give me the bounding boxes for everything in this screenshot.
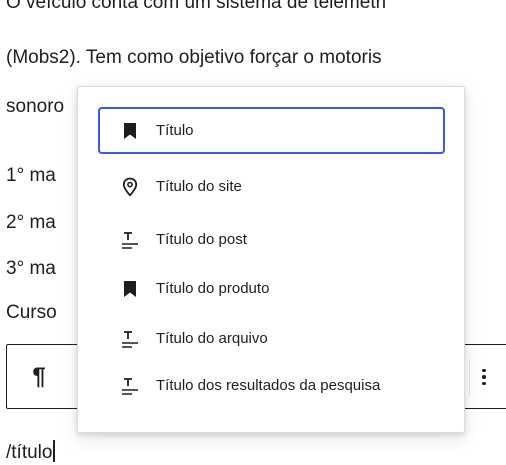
text-caret (53, 440, 55, 462)
paragraph-text-line[interactable]: Curso (6, 301, 57, 325)
menu-item-label: Título do arquivo (156, 330, 268, 347)
menu-item-titulo-dos-resultados-da-pesquisa[interactable]: Título dos resultados da pesquisa (98, 362, 445, 409)
map-marker-icon (118, 175, 142, 199)
more-options-button[interactable] (469, 359, 498, 395)
paragraph-icon: ¶ (32, 362, 46, 390)
menu-item-titulo-do-site[interactable]: Título do site (98, 163, 445, 210)
post-title-icon (118, 327, 142, 351)
paragraph-text-line[interactable]: 3° ma (6, 257, 56, 281)
block-autocomplete-popover: Título Título do site Título do post Tít… (77, 86, 465, 433)
menu-item-titulo-do-arquivo[interactable]: Título do arquivo (98, 315, 445, 362)
menu-item-titulo-do-produto[interactable]: Título do produto (98, 265, 445, 312)
menu-item-label: Título do site (156, 178, 242, 195)
paragraph-text-line[interactable]: (Mobs2). Tem como objetivo forçar o moto… (6, 46, 382, 70)
paragraph-text-line[interactable]: sonoro (6, 95, 64, 119)
paragraph-block-button[interactable]: ¶ (7, 345, 71, 408)
slash-command-input[interactable]: /título (6, 440, 55, 465)
menu-item-titulo-do-post[interactable]: Título do post (98, 216, 445, 263)
paragraph-text-line[interactable]: 2° ma (6, 211, 56, 235)
slash-command-text: /título (6, 442, 53, 463)
bookmark-icon (118, 277, 142, 301)
paragraph-text-line[interactable]: 1° ma (6, 164, 56, 188)
paragraph-text-line[interactable]: O veículo conta com um sistema de teleme… (6, 0, 386, 15)
menu-item-titulo[interactable]: Título (98, 107, 445, 154)
post-title-icon (118, 374, 142, 398)
menu-item-label: Título dos resultados da pesquisa (156, 377, 381, 394)
menu-item-label: Título (156, 122, 194, 139)
menu-item-label: Título do post (156, 231, 247, 248)
post-title-icon (118, 228, 142, 252)
vertical-ellipsis-icon (482, 368, 486, 373)
bookmark-icon (118, 119, 142, 143)
menu-item-label: Título do produto (156, 280, 270, 297)
